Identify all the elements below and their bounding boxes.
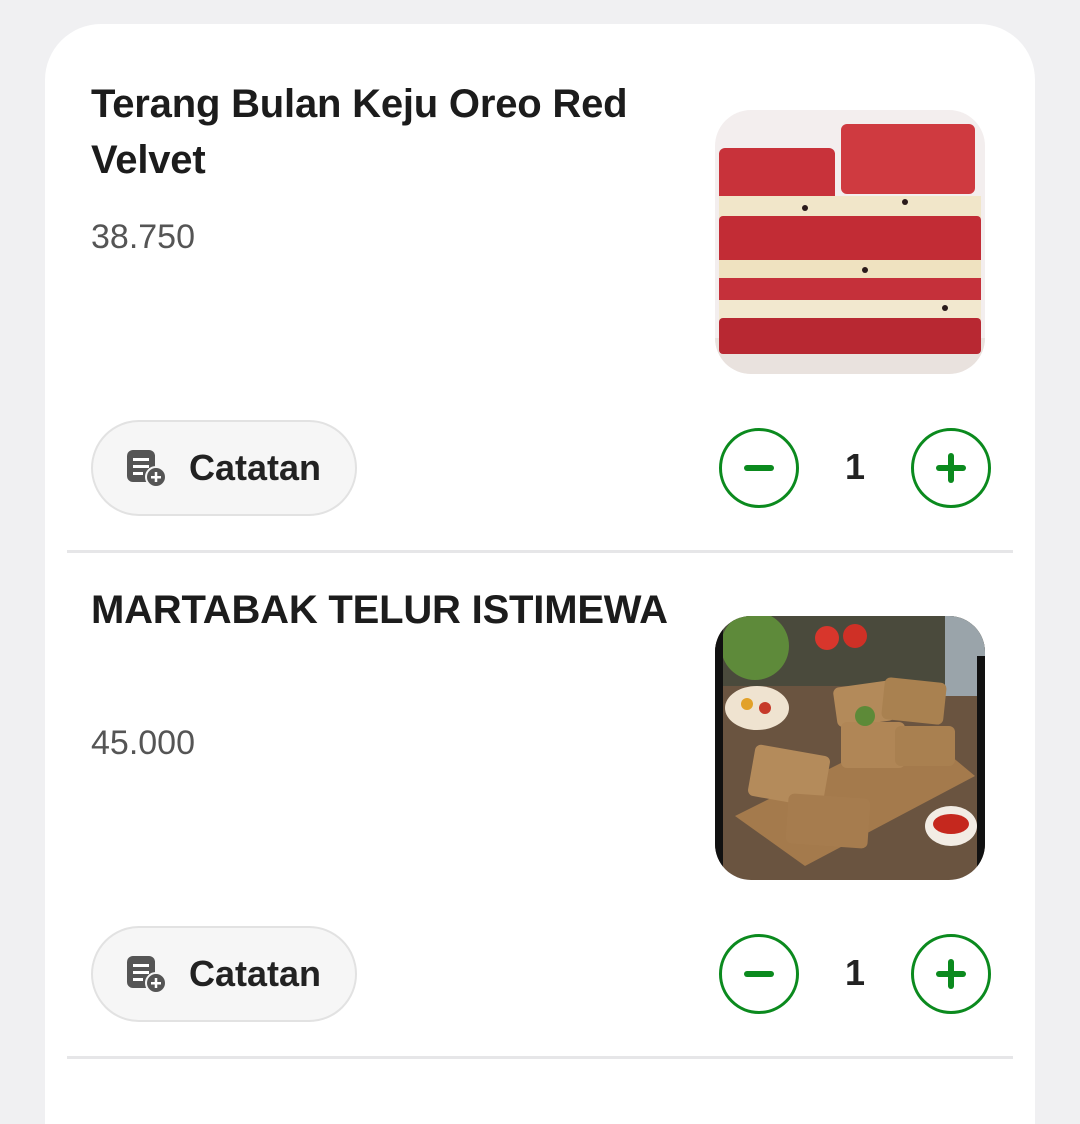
note-label: Catatan <box>189 447 322 488</box>
minus-icon <box>744 465 774 471</box>
cart-item: Terang Bulan Keju Oreo Red Velvet 38.750 <box>45 24 1035 530</box>
item-image[interactable] <box>715 616 985 880</box>
quantity-stepper: 1 <box>719 428 991 508</box>
note-label: Catatan <box>189 953 322 994</box>
quantity-value: 1 <box>844 446 866 487</box>
cart-item: MARTABAK TELUR ISTIMEWA 45.000 Catatan 1 <box>45 530 1035 1036</box>
minus-icon <box>744 971 774 977</box>
item-price: 38.750 <box>91 218 195 256</box>
increase-quantity-button[interactable] <box>911 428 991 508</box>
item-image[interactable] <box>715 110 985 374</box>
item-title: Terang Bulan Keju Oreo Red Velvet <box>91 82 628 182</box>
quantity-value: 1 <box>844 952 866 993</box>
note-add-icon <box>127 956 167 994</box>
decrease-quantity-button[interactable] <box>719 428 799 508</box>
decrease-quantity-button[interactable] <box>719 934 799 1014</box>
note-add-icon <box>127 450 167 488</box>
quantity-stepper: 1 <box>719 934 991 1014</box>
plus-icon <box>936 959 966 989</box>
note-button[interactable]: Catatan <box>91 926 357 1022</box>
item-title: MARTABAK TELUR ISTIMEWA <box>91 588 668 632</box>
plus-icon <box>936 453 966 483</box>
increase-quantity-button[interactable] <box>911 934 991 1014</box>
item-divider <box>67 1056 1013 1059</box>
item-price: 45.000 <box>91 724 195 762</box>
cart-items-card: Terang Bulan Keju Oreo Red Velvet 38.750 <box>45 24 1035 1124</box>
note-button[interactable]: Catatan <box>91 420 357 516</box>
